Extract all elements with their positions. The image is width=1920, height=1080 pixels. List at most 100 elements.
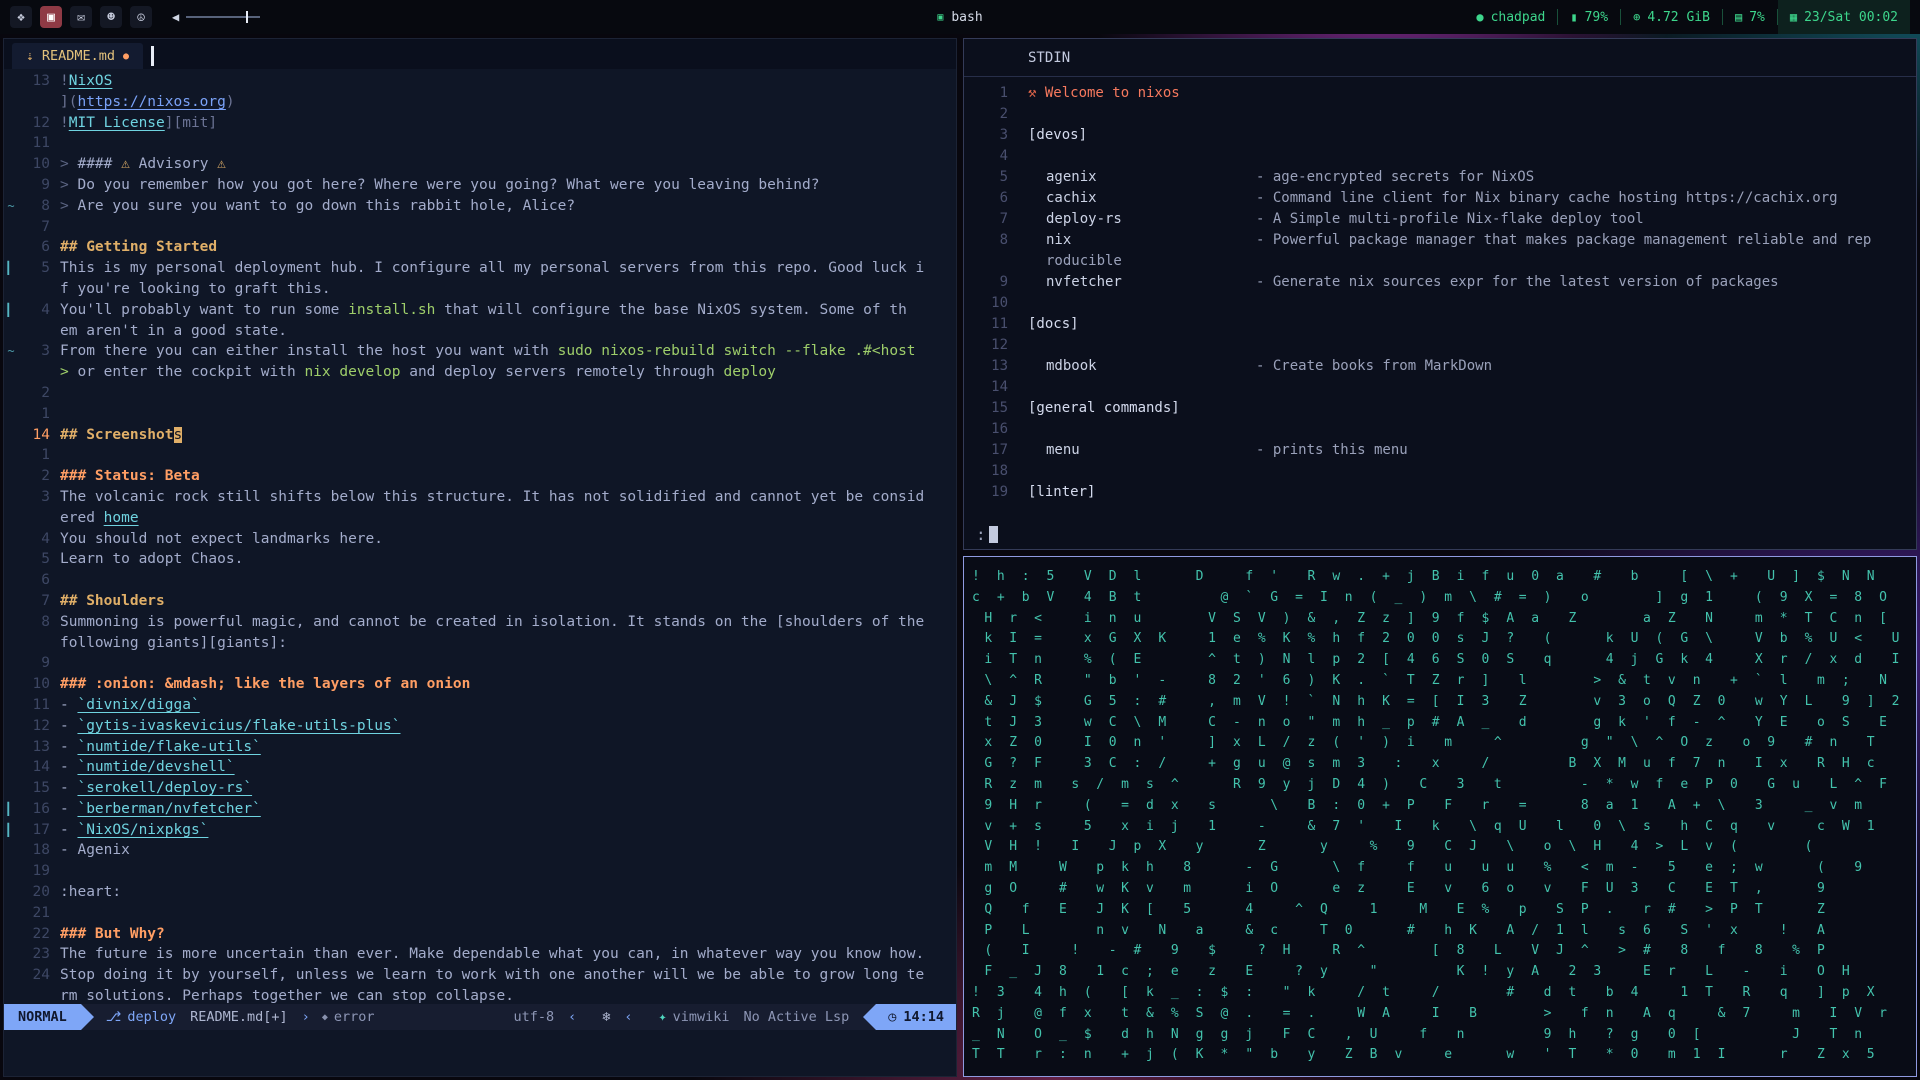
editor-line[interactable]: 19 [4,861,956,882]
editor-line[interactable]: ▎ 4 You'll probably want to run some insta… [4,300,956,321]
pager-line-text [1008,104,1028,125]
gutter-sign [4,716,18,737]
editor-line[interactable]: 2 [4,383,956,404]
editor-line[interactable]: 11- `divnix/digga` [4,695,956,716]
editor-line[interactable]: 23 The future is more uncertain than ever… [4,944,956,965]
pager-content[interactable]: 1 ⚒ Welcome to nixos 2 3 [devos] 4 5 agenix - ag… [964,77,1916,519]
editor-line[interactable]: 1 [4,445,956,466]
editor-line[interactable]: 9 [4,653,956,674]
editor-line[interactable]: ](https://nixos.org) [4,92,956,113]
statusline-filename[interactable]: README.md[+] [190,1009,288,1025]
pager-line-text [1008,335,1028,356]
editor-line[interactable]: 4 You should not expect landmarks here. [4,529,956,550]
text-segment: Learn to adopt Chaos. [60,551,244,568]
glyph-row: ! 3 4 h ( [ k _ : $ : " k / t / # d t b … [972,984,1880,1000]
text-segment: ## Shoulders [60,592,165,609]
editor-line[interactable]: ~3 From there you can either install the … [4,341,956,362]
glyph-grid-window: ! h : 5 V D l D f ' R w . + j B i f u 0 … [963,556,1917,1077]
volume-control[interactable]: ◀ [172,10,261,24]
line-text: :heart: [50,882,121,903]
tab-readme[interactable]: ⇣ README.md ● [12,43,144,69]
line-text: - `serokell/deploy-rs` [50,778,252,799]
editor-line[interactable]: 14- `numtide/devshell` [4,757,956,778]
editor-line[interactable]: 3 The volcanic rock still shifts below th… [4,487,956,508]
editor-line[interactable]: 12 !MIT License][mit] [4,113,956,134]
editor-line[interactable]: 2 ### Status: Beta [4,466,956,487]
editor-line[interactable]: 6 [4,570,956,591]
gutter-sign [4,986,18,1004]
editor-line[interactable]: 8 Summoning is powerful magic, and cannot… [4,612,956,633]
editor-line[interactable]: 14 ## Screenshots [4,425,956,446]
line-number: 22 [32,925,50,942]
editor-line[interactable]: 7 [4,217,956,238]
line-text: Summoning is powerful magic, and cannot … [50,612,924,633]
line-text [50,653,60,674]
editor-line[interactable]: 1 [4,404,956,425]
editor-line[interactable]: ▎ 17- `NixOS/nixpkgs` [4,820,956,841]
line-text: ## Screenshots [50,425,183,446]
statusline-error[interactable]: ◆ error [322,1009,375,1025]
status-memory[interactable]: ⊕ 4.72 GiB [1621,0,1722,34]
status-battery[interactable]: ▮ 79% [1558,0,1620,34]
status-user[interactable]: ● chadpad [1464,0,1557,34]
glyph-row: ! h : 5 V D l D f ' R w . + j B i f u 0 … [972,569,1880,584]
line-number: 11 [32,696,50,713]
text-segment: s [173,426,183,443]
pager-line-number: 6 [999,190,1008,206]
editor-line[interactable]: ▎ 16- `berberman/nvfetcher` [4,799,956,820]
text-segment: Do you remember how you got here? Where … [77,176,820,193]
volume-slider-thumb[interactable] [246,11,249,23]
editor-line[interactable]: em aren't in a good state. [4,321,956,342]
status-disk[interactable]: ▤ 7% [1723,0,1777,34]
editor-line[interactable]: 10 ### :onion: &mdash; like the layers of… [4,674,956,695]
editor-line[interactable]: ~8 > Are you sure you want to go down thi… [4,196,956,217]
pager-line-number: 19 [991,484,1008,500]
editor-line[interactable]: 7 ## Shoulders [4,591,956,612]
error-icon: ◆ [321,1011,328,1023]
editor-line[interactable]: rm solutions. Perhaps together we can st… [4,986,956,1004]
pager-line-number: 12 [991,337,1008,353]
gutter-sign [4,549,18,570]
pager-line-number: 9 [999,274,1008,290]
glyph-row: ( I ! - # 9 $ ? H R ^ [ 8 L V J ^ > # 8 … [972,943,1830,959]
line-text: Learn to adopt Chaos. [50,549,243,570]
editor-line[interactable]: 5 Learn to adopt Chaos. [4,549,956,570]
editor-line[interactable]: 13 !NixOS [4,71,956,92]
volume-slider[interactable] [186,11,261,23]
editor-line[interactable]: 18 - Agenix [4,840,956,861]
editor-line[interactable]: 10 > #### ⚠ Advisory ⚠ [4,154,956,175]
editor-line[interactable]: 13- `numtide/flake-utils` [4,737,956,758]
editor-line[interactable]: 22 ### But Why? [4,924,956,945]
workspace-misc[interactable]: ☮ [130,6,152,28]
editor-line[interactable]: > or enter the cockpit with nix develop … [4,362,956,383]
workspace-launcher[interactable]: ❖ [10,6,32,28]
pager-line: 12 [964,335,1916,356]
pager-prompt[interactable]: : [964,519,1916,549]
editor-line[interactable]: 21 [4,903,956,924]
powerline-separator-right [863,1004,877,1030]
editor-buffer[interactable]: 13 !NixOS ](https://nixos.org) 12 !MIT Lic… [4,69,956,1004]
editor-line[interactable]: 24 Stop doing it by yourself, unless we l… [4,965,956,986]
line-text: You should not expect landmarks here. [50,529,383,550]
editor-line[interactable]: ered home [4,508,956,529]
editor-line[interactable]: ▎ 5 This is my personal deployment hub. I … [4,258,956,279]
command-line[interactable] [4,1030,956,1076]
editor-line[interactable]: 9 > Do you remember how you got here? Whe… [4,175,956,196]
editor-line[interactable]: following giants][giants]: [4,633,956,654]
workspace-chat[interactable]: ✉ [70,6,92,28]
editor-line[interactable]: 6 ## Getting Started [4,237,956,258]
editor-line[interactable]: 20:heart: [4,882,956,903]
pager-line-text: ⚒ Welcome to nixos [1008,83,1180,104]
gutter-sign [4,133,18,154]
git-branch[interactable]: ⎇ deploy [106,1009,176,1025]
editor-line[interactable]: 15- `serokell/deploy-rs` [4,778,956,799]
editor-line[interactable]: 12- `gytis-ivaskevicius/flake-utils-plus… [4,716,956,737]
workspace-terminal[interactable]: ▣ [40,6,62,28]
editor-tabbar: ⇣ README.md ● [4,39,956,69]
editor-line[interactable]: f you're looking to graft this. [4,279,956,300]
status-clock[interactable]: ▦ 23/Sat 00:02 [1777,0,1910,34]
editor-line[interactable]: 11 [4,133,956,154]
line-text [50,445,60,466]
status-disk-icon: ▤ [1734,10,1743,24]
workspace-ghost[interactable]: ☻ [100,6,122,28]
